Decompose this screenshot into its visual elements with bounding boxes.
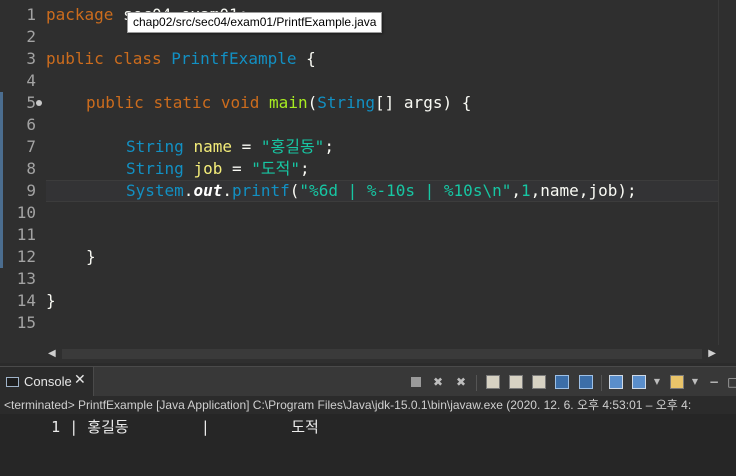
format-string: "%6d | %-10s | %10s\n" bbox=[299, 181, 512, 200]
array-brackets: [] bbox=[375, 93, 404, 112]
line-number: 9 bbox=[26, 181, 36, 200]
close-icon[interactable]: ✕ bbox=[74, 372, 86, 388]
assign: = bbox=[222, 159, 252, 178]
remove-launch-icon[interactable]: ✖ bbox=[431, 375, 445, 389]
static-keyword: static bbox=[153, 93, 212, 112]
var-name: job bbox=[193, 159, 223, 178]
line-number: 4 bbox=[26, 71, 36, 90]
brace: } bbox=[86, 247, 96, 266]
chevron-down-icon[interactable]: ▼ bbox=[688, 375, 702, 389]
fold-marker-icon[interactable] bbox=[36, 100, 42, 106]
output-line: 1 | 홍길동 | 도적 bbox=[6, 418, 319, 436]
minimize-icon[interactable]: − bbox=[707, 375, 721, 389]
file-path-tooltip: chap02/src/sec04/exam01/PrintfExample.ja… bbox=[127, 12, 383, 33]
semicolon: ; bbox=[299, 159, 310, 178]
line-number: 5 bbox=[26, 93, 36, 112]
line-number: 6 bbox=[26, 115, 36, 134]
horizontal-scrollbar[interactable]: ◀ ▶ bbox=[46, 345, 718, 363]
code-line-12: } bbox=[86, 246, 96, 268]
scroll-track[interactable] bbox=[62, 349, 702, 359]
brace: { bbox=[296, 49, 316, 68]
public-keyword: public bbox=[46, 49, 104, 68]
assign: = bbox=[231, 137, 261, 156]
show-on-output-icon[interactable] bbox=[555, 375, 569, 389]
method-name: main bbox=[269, 93, 308, 112]
code-text-area[interactable]: package sec04.exam01; public class Print… bbox=[46, 0, 718, 345]
word-wrap-icon[interactable] bbox=[532, 375, 546, 389]
line-number: 3 bbox=[26, 49, 36, 68]
console-toolbar: Console ✕ ✖ ✖ ▼ ▼ − □ bbox=[0, 366, 736, 397]
scroll-lock-icon[interactable] bbox=[509, 375, 523, 389]
code-line-5: public static void main(String[] args) { bbox=[86, 92, 471, 114]
arg-job: job bbox=[588, 181, 618, 200]
console-icon bbox=[6, 377, 19, 387]
comma: , bbox=[578, 181, 589, 200]
comma: , bbox=[511, 181, 521, 200]
line-number: 7 bbox=[26, 137, 36, 156]
scroll-corner bbox=[0, 345, 46, 363]
line-number: 1 bbox=[26, 5, 36, 24]
printf-method: printf bbox=[231, 181, 290, 200]
console-tab-label: Console bbox=[24, 374, 72, 389]
semicolon: ; bbox=[324, 137, 334, 156]
var-name: name bbox=[193, 137, 232, 156]
line-number: 15 bbox=[16, 313, 36, 332]
show-on-error-icon[interactable] bbox=[579, 375, 593, 389]
scroll-corner-right bbox=[718, 345, 736, 363]
terminate-icon[interactable] bbox=[411, 377, 421, 387]
line-number: 8 bbox=[26, 159, 36, 178]
system-class: System bbox=[126, 181, 184, 200]
code-line-14: } bbox=[46, 290, 56, 312]
pin-console-icon[interactable] bbox=[609, 375, 623, 389]
string-literal: "도적" bbox=[251, 159, 300, 178]
void-keyword: void bbox=[220, 93, 260, 112]
line-number: 10 bbox=[16, 203, 36, 222]
paren-brace: ) { bbox=[442, 93, 472, 112]
chevron-down-icon[interactable]: ▼ bbox=[650, 375, 664, 389]
dot: . bbox=[222, 181, 232, 200]
public-keyword: public bbox=[86, 93, 144, 112]
var-type: String bbox=[126, 159, 184, 178]
console-status: <terminated> PrintfExample [Java Applica… bbox=[0, 396, 736, 414]
vertical-scrollbar[interactable] bbox=[718, 0, 736, 345]
class-name: PrintfExample bbox=[171, 49, 297, 68]
paren-end: ); bbox=[617, 181, 637, 200]
number-literal: 1 bbox=[520, 181, 531, 200]
string-literal: "홍길동" bbox=[260, 137, 325, 156]
line-number: 13 bbox=[16, 269, 36, 288]
code-editor[interactable]: 1 2 3 4 5 6 7 8 9 10 11 12 13 14 15 pack… bbox=[0, 0, 736, 345]
var-type: String bbox=[126, 137, 184, 156]
dot: . bbox=[183, 181, 194, 200]
class-keyword: class bbox=[113, 49, 162, 68]
param-type: String bbox=[317, 93, 376, 112]
code-line-7: String name = "홍길동"; bbox=[126, 136, 334, 158]
line-number: 12 bbox=[16, 247, 36, 266]
arg-name: name bbox=[540, 181, 579, 200]
comma: , bbox=[530, 181, 541, 200]
line-number: 14 bbox=[16, 291, 36, 310]
remove-all-terminated-icon[interactable]: ✖ bbox=[454, 375, 468, 389]
maximize-icon[interactable]: □ bbox=[726, 375, 736, 389]
paren: ( bbox=[289, 181, 300, 200]
console-output[interactable]: 1 | 홍길동 | 도적 bbox=[0, 414, 736, 476]
scroll-left-icon[interactable]: ◀ bbox=[48, 345, 56, 363]
line-number-gutter: 1 2 3 4 5 6 7 8 9 10 11 12 13 14 15 bbox=[0, 0, 46, 345]
scroll-right-icon[interactable]: ▶ bbox=[708, 345, 716, 363]
toolbar-separator bbox=[601, 375, 602, 391]
code-line-3: public class PrintfExample { bbox=[46, 48, 316, 70]
toolbar-separator bbox=[476, 375, 477, 391]
code-line-9: System.out.printf("%6d | %-10s | %10s\n"… bbox=[126, 180, 637, 202]
clear-console-icon[interactable] bbox=[486, 375, 500, 389]
line-number: 11 bbox=[16, 225, 36, 244]
brace: } bbox=[46, 291, 56, 310]
display-selected-console-icon[interactable] bbox=[632, 375, 646, 389]
code-line-8: String job = "도적"; bbox=[126, 158, 310, 180]
paren: ( bbox=[307, 93, 318, 112]
out-field: out bbox=[193, 181, 223, 200]
package-keyword: package bbox=[46, 5, 124, 24]
param-name: args bbox=[403, 93, 443, 112]
tab-console[interactable]: Console ✕ bbox=[0, 367, 94, 397]
line-number: 2 bbox=[26, 27, 36, 46]
open-console-icon[interactable] bbox=[670, 375, 684, 389]
